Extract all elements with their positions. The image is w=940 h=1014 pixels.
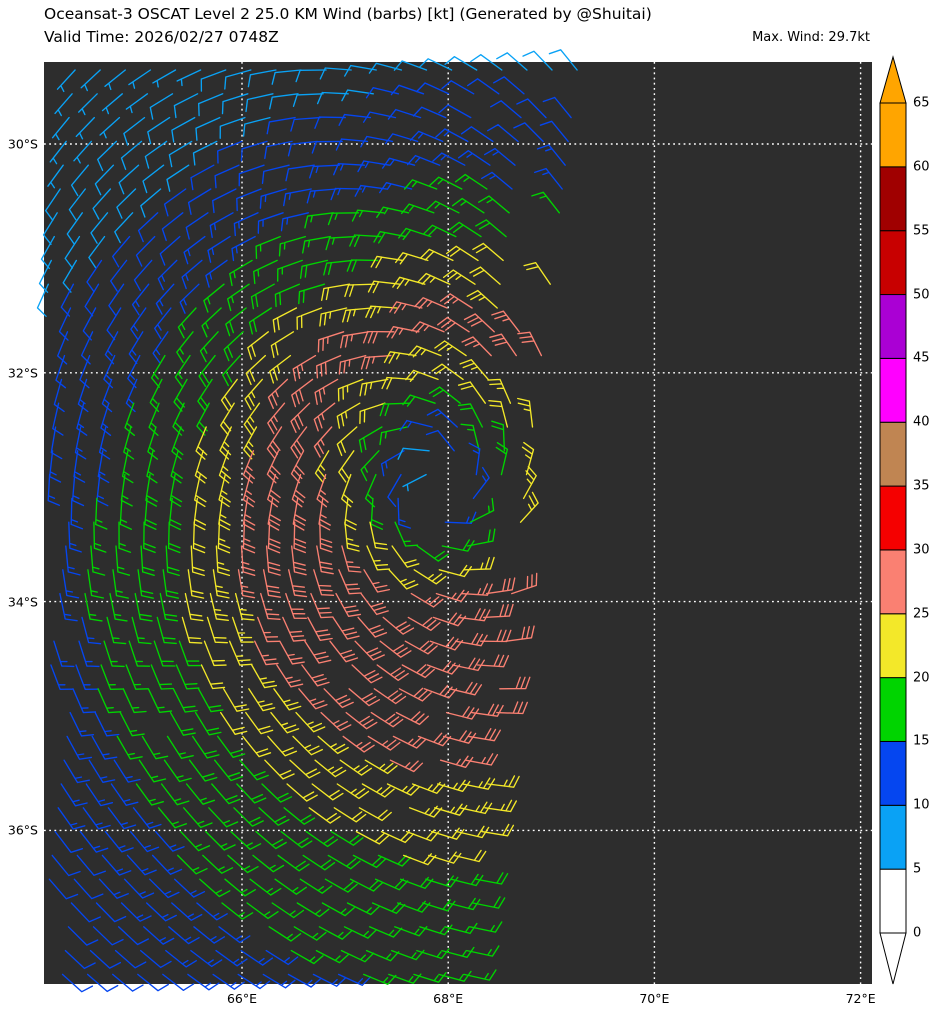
x-tick-label: 72°E bbox=[846, 991, 876, 1006]
colorbar-segment bbox=[880, 614, 906, 678]
colorbar-segment bbox=[880, 167, 906, 231]
colorbar-segment bbox=[880, 805, 906, 869]
colorbar-segment bbox=[880, 358, 906, 422]
colorbar-segment bbox=[880, 741, 906, 805]
y-tick-label: 30°S bbox=[0, 137, 38, 152]
colorbar-segment bbox=[880, 103, 906, 167]
colorbar-segment bbox=[880, 486, 906, 550]
colorbar-tick-label: 65 bbox=[913, 96, 930, 111]
wind-barb-plot bbox=[0, 0, 940, 1014]
colorbar-tick-label: 5 bbox=[913, 862, 921, 877]
colorbar-tick-label: 45 bbox=[913, 351, 930, 366]
colorbar-tick-label: 60 bbox=[913, 159, 930, 174]
x-tick-label: 66°E bbox=[227, 991, 257, 1006]
colorbar-over-arrow bbox=[880, 57, 906, 103]
y-tick-label: 36°S bbox=[0, 823, 38, 838]
colorbar-tick-label: 50 bbox=[913, 287, 930, 302]
colorbar-tick-label: 10 bbox=[913, 798, 930, 813]
x-tick-label: 68°E bbox=[433, 991, 463, 1006]
colorbar-tick-label: 20 bbox=[913, 670, 930, 685]
colorbar-tick-label: 15 bbox=[913, 734, 930, 749]
colorbar-tick-label: 40 bbox=[913, 415, 930, 430]
colorbar-segment bbox=[880, 295, 906, 359]
y-tick-label: 32°S bbox=[0, 365, 38, 380]
colorbar-segment bbox=[880, 231, 906, 295]
x-tick-label: 70°E bbox=[639, 991, 669, 1006]
colorbar-segment bbox=[880, 550, 906, 614]
colorbar-segment bbox=[880, 422, 906, 486]
colorbar-tick-label: 25 bbox=[913, 606, 930, 621]
figure-canvas: Oceansat-3 OSCAT Level 2 25.0 KM Wind (b… bbox=[0, 0, 940, 1014]
colorbar-segment bbox=[880, 678, 906, 742]
colorbar-under-arrow bbox=[880, 933, 906, 984]
colorbar-tick-label: 35 bbox=[913, 479, 930, 494]
colorbar-tick-label: 0 bbox=[913, 926, 921, 941]
colorbar-segment bbox=[880, 869, 906, 933]
colorbar-tick-label: 30 bbox=[913, 542, 930, 557]
colorbar-tick-label: 55 bbox=[913, 223, 930, 238]
y-tick-label: 34°S bbox=[0, 594, 38, 609]
